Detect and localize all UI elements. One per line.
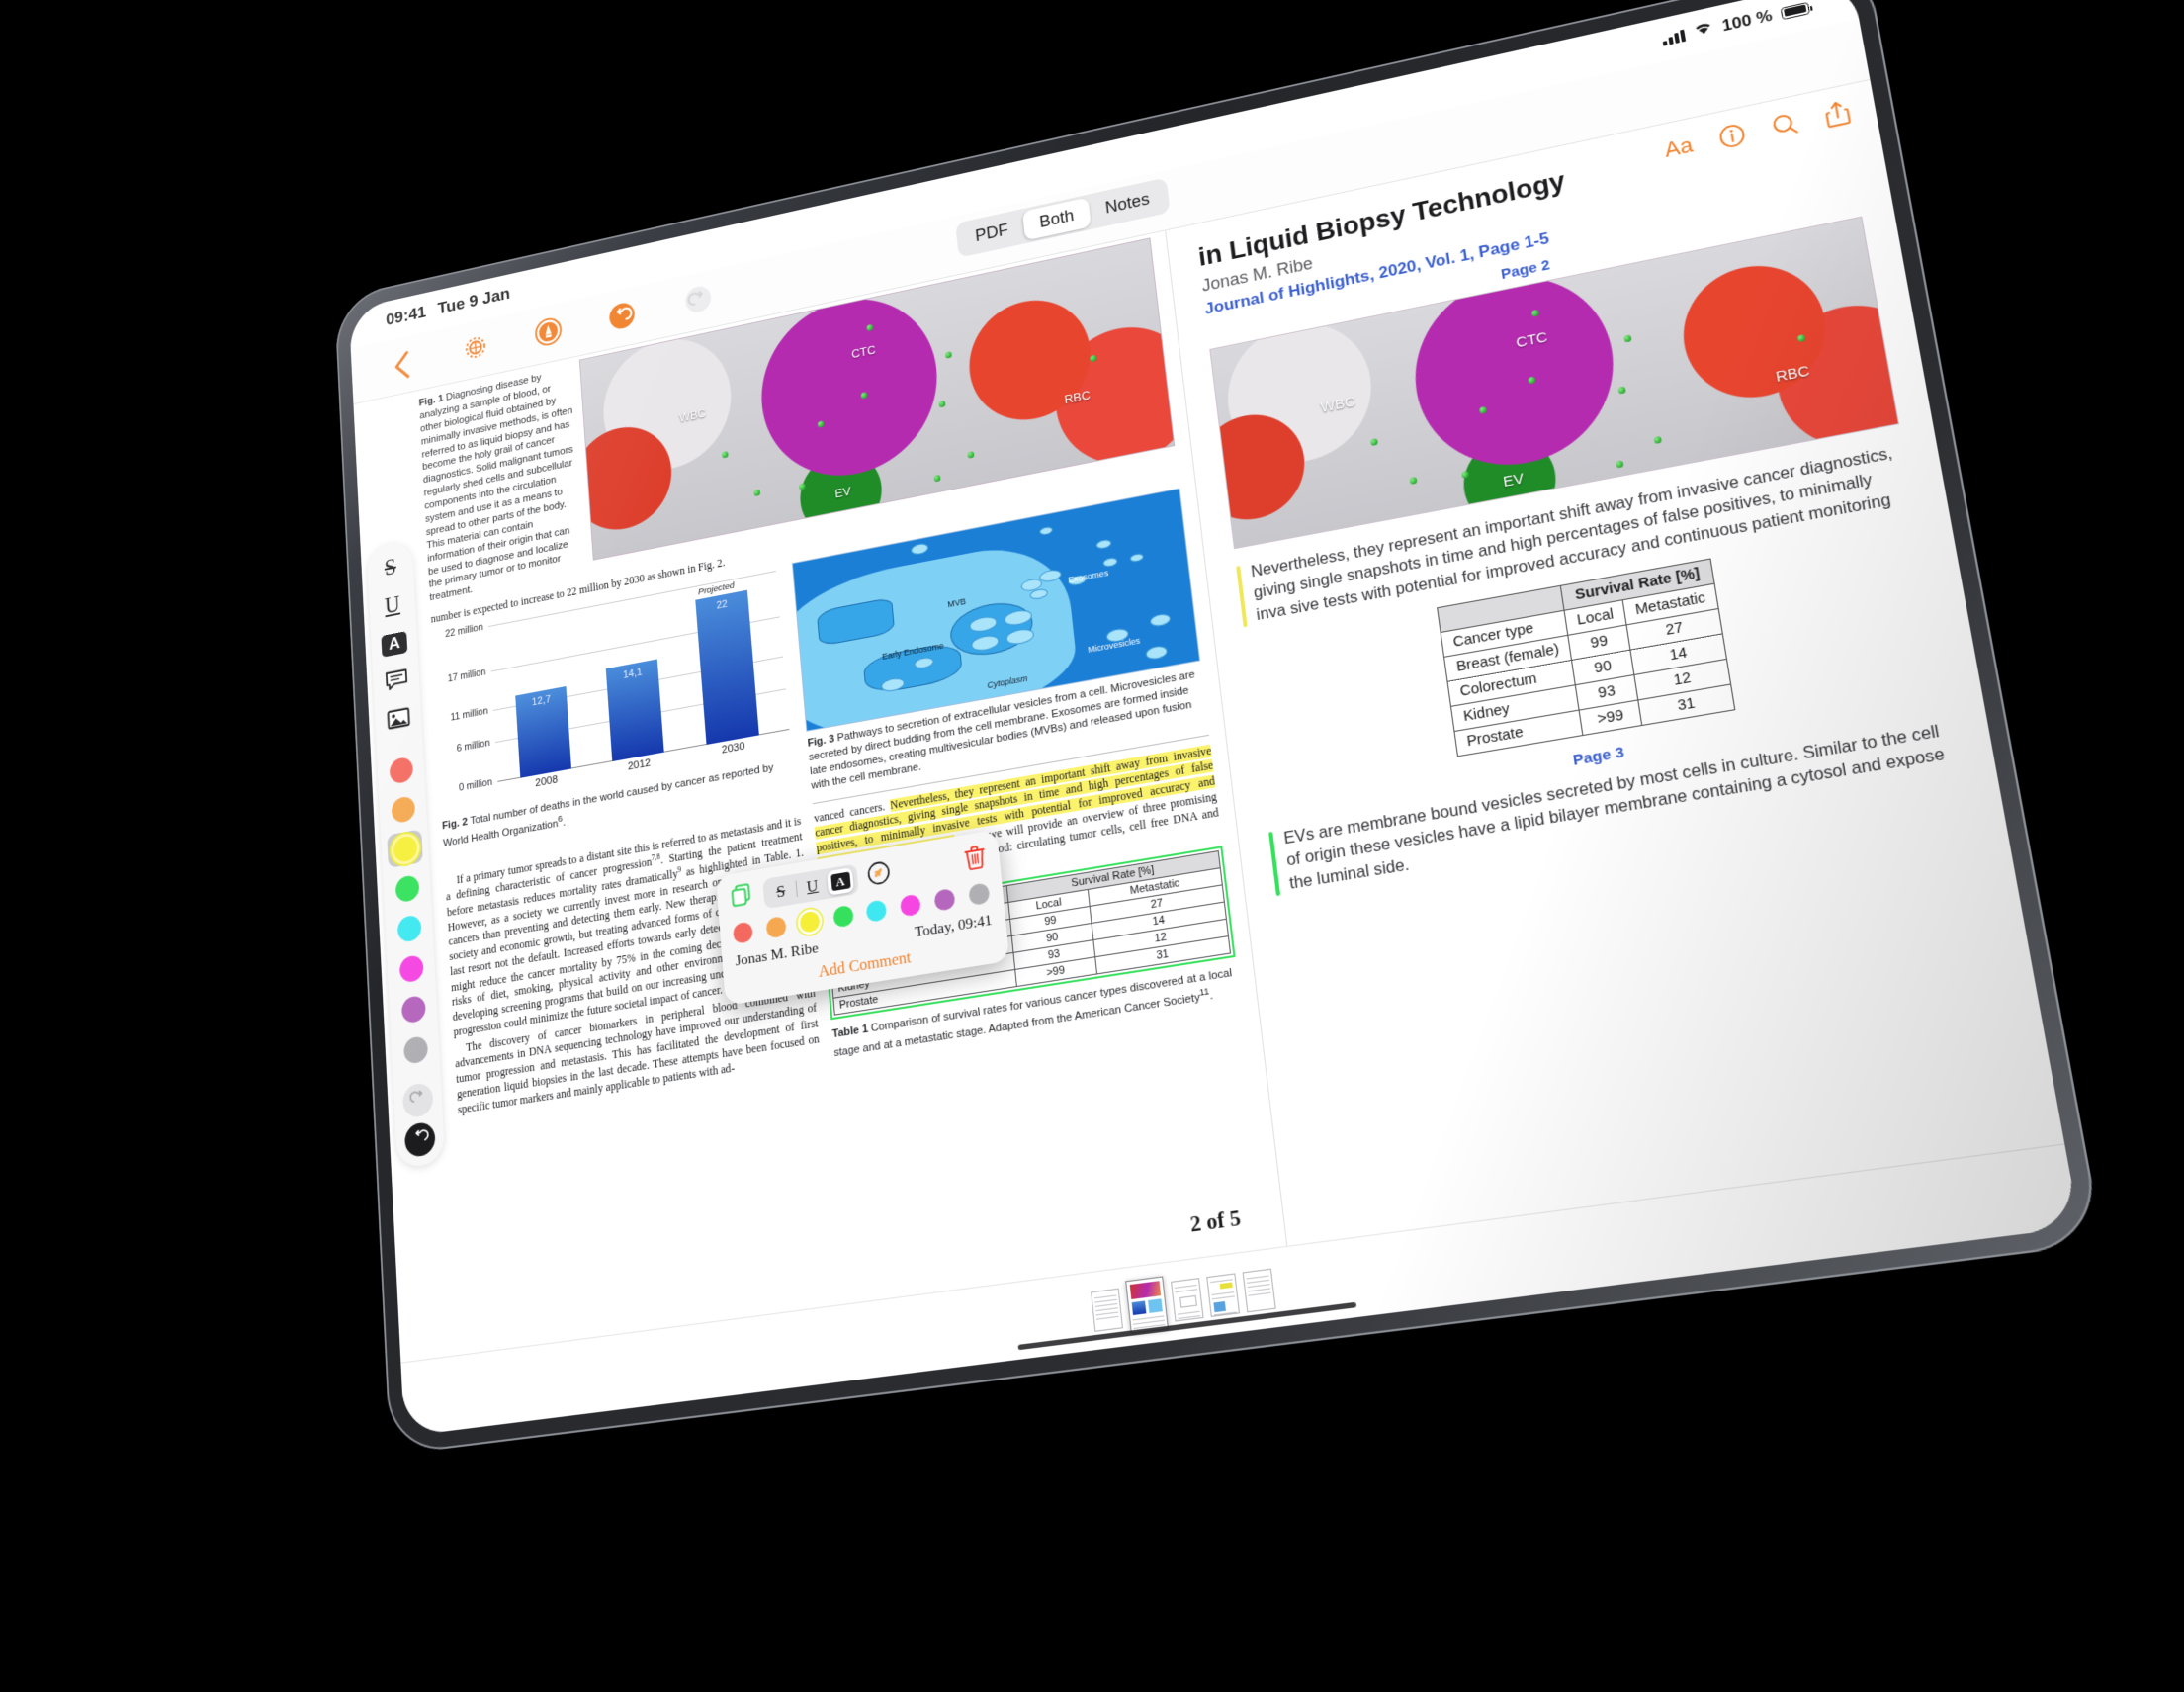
popup-color-cyan[interactable]: [865, 899, 888, 924]
popup-color-red[interactable]: [732, 921, 754, 945]
popup-color-yellow[interactable]: [798, 910, 821, 935]
sidebar-redo-button[interactable]: [401, 1081, 434, 1119]
popup-highlight-button[interactable]: A: [827, 867, 854, 896]
battery-percent: 100 %: [1720, 6, 1774, 36]
redo-icon: [683, 283, 713, 320]
share-icon[interactable]: [1823, 99, 1852, 130]
cell-label-ctc: CTC: [850, 342, 877, 361]
strikethrough-tool[interactable]: S: [373, 549, 408, 587]
bar-value-2030: 22: [716, 598, 729, 612]
cell-label-ev: EV: [833, 484, 852, 501]
image-icon: [387, 706, 411, 737]
ipad-screen: 09:41 Tue 9 Jan 100 % PDF Both Notes S U…: [348, 0, 2080, 1437]
cell-label-rbc: RBC: [1063, 387, 1092, 407]
image-tool[interactable]: [381, 702, 416, 741]
comment-bubble-icon: [385, 667, 409, 698]
pen-circle-icon: [533, 314, 564, 353]
ytick-1: 6 million: [456, 737, 490, 756]
redo-icon: [409, 1087, 427, 1113]
bar-2008: 12,7 2008: [515, 685, 572, 789]
sidebar-color-red[interactable]: [383, 751, 418, 789]
page-thumbnail-1[interactable]: [1090, 1288, 1123, 1332]
cell-label-ev: EV: [1502, 470, 1526, 491]
comment-tool[interactable]: [379, 664, 414, 702]
cellular-signal-icon: [1662, 29, 1686, 46]
status-date: Tue 9 Jan: [437, 284, 511, 318]
popup-color-green[interactable]: [831, 904, 854, 929]
notes-survival-table: Survival Rate [%] Cancer type Local Meta…: [1437, 558, 1735, 757]
ipad-device-frame: 09:41 Tue 9 Jan 100 % PDF Both Notes S U…: [334, 0, 2104, 1456]
wifi-icon: [1693, 20, 1715, 43]
info-icon[interactable]: [1717, 122, 1747, 150]
popup-format-group: S U A: [762, 863, 859, 910]
sidebar-color-cyan[interactable]: [391, 909, 427, 948]
link-icon[interactable]: [866, 858, 892, 891]
page-thumbnail-4[interactable]: [1205, 1272, 1240, 1317]
table-1-caption-prefix: Table 1: [831, 1023, 869, 1041]
redo-button[interactable]: [670, 275, 726, 328]
sidebar-color-gray[interactable]: [396, 1029, 433, 1069]
xtick-2030: 2030: [721, 740, 745, 757]
sidebar-color-orange[interactable]: [385, 790, 421, 829]
diagram-label-exosomes: Exosomes: [1067, 568, 1109, 585]
cell-label-rbc: RBC: [1774, 363, 1811, 387]
trash-icon[interactable]: [963, 843, 987, 875]
screenshot-stage: 09:41 Tue 9 Jan 100 % PDF Both Notes S U…: [0, 0, 2184, 1692]
gear-icon: [461, 330, 490, 369]
undo-icon: [411, 1126, 429, 1153]
xtick-2012: 2012: [627, 757, 652, 773]
page-thumbnail-5[interactable]: [1242, 1268, 1276, 1312]
ytick-0: 0 million: [458, 776, 493, 794]
highlight-tool[interactable]: A: [377, 625, 412, 664]
cell-label-wbc: WBC: [1319, 393, 1356, 416]
sidebar-color-green[interactable]: [389, 868, 425, 908]
figure-1-caption: Fig. 1 Diagnosing disease by analyzing a…: [418, 362, 585, 605]
ytick-3: 17 million: [447, 667, 486, 685]
sidebar-color-magenta[interactable]: [393, 948, 429, 988]
cell-label-ctc: CTC: [1515, 328, 1549, 351]
bar-2030: 22 2030 Projected: [695, 581, 759, 757]
ytick-2: 11 million: [450, 705, 489, 724]
underline-tool[interactable]: U: [375, 586, 410, 625]
sidebar-color-purple[interactable]: [394, 989, 431, 1028]
page-thumbnail-3[interactable]: [1170, 1277, 1203, 1322]
annotate-button[interactable]: [521, 308, 574, 360]
figure-2-caption-prefix: Fig. 2: [441, 816, 469, 833]
pdf-document: Fig. 1 Diagnosing disease by analyzing a…: [418, 237, 1270, 1353]
sidebar-undo-button[interactable]: [403, 1120, 436, 1159]
settings-button[interactable]: [449, 323, 502, 376]
popup-color-orange[interactable]: [765, 915, 787, 939]
popup-color-magenta[interactable]: [900, 893, 922, 918]
page-thumbnail-2[interactable]: [1124, 1275, 1169, 1334]
bar-value-2012: 14,1: [622, 667, 643, 682]
figure-2-caption-sup: 6: [557, 813, 564, 824]
bar-2012: 14,1 2012: [606, 659, 665, 772]
undo-button[interactable]: [594, 292, 649, 344]
text-size-icon[interactable]: Aa: [1663, 133, 1695, 162]
bar-value-2008: 12,7: [531, 693, 552, 708]
page-counter: 2 of 5: [1183, 1202, 1248, 1240]
copy-icon[interactable]: [730, 881, 756, 915]
sidebar-color-yellow[interactable]: [387, 829, 423, 868]
popup-underline-button[interactable]: U: [799, 872, 826, 901]
pdf-pane: S U A Fig. 1 Diagnosing disease by analy…: [353, 230, 1288, 1363]
popup-strikethrough-button[interactable]: S: [767, 877, 794, 905]
undo-icon: [607, 300, 636, 336]
highlight-bar-yellow: [1236, 565, 1249, 628]
highlight-bar-green: [1268, 831, 1281, 897]
notes-pane: Aa in Liquid Biopsy Technology Jonas M. …: [1166, 79, 2065, 1246]
cell-label-wbc: WBC: [678, 405, 707, 425]
table-1-caption-sup: 11: [1198, 986, 1210, 998]
search-icon[interactable]: [1770, 111, 1799, 139]
xtick-2008: 2008: [534, 773, 559, 790]
ytick-4: 22 million: [444, 621, 483, 640]
battery-icon: [1780, 1, 1810, 20]
popup-color-gray[interactable]: [968, 882, 991, 907]
figure-1-caption-text: Diagnosing disease by analyzing a sample…: [419, 372, 574, 604]
status-time: 09:41: [385, 303, 427, 330]
popup-color-purple[interactable]: [933, 887, 956, 912]
back-button[interactable]: [376, 339, 428, 391]
